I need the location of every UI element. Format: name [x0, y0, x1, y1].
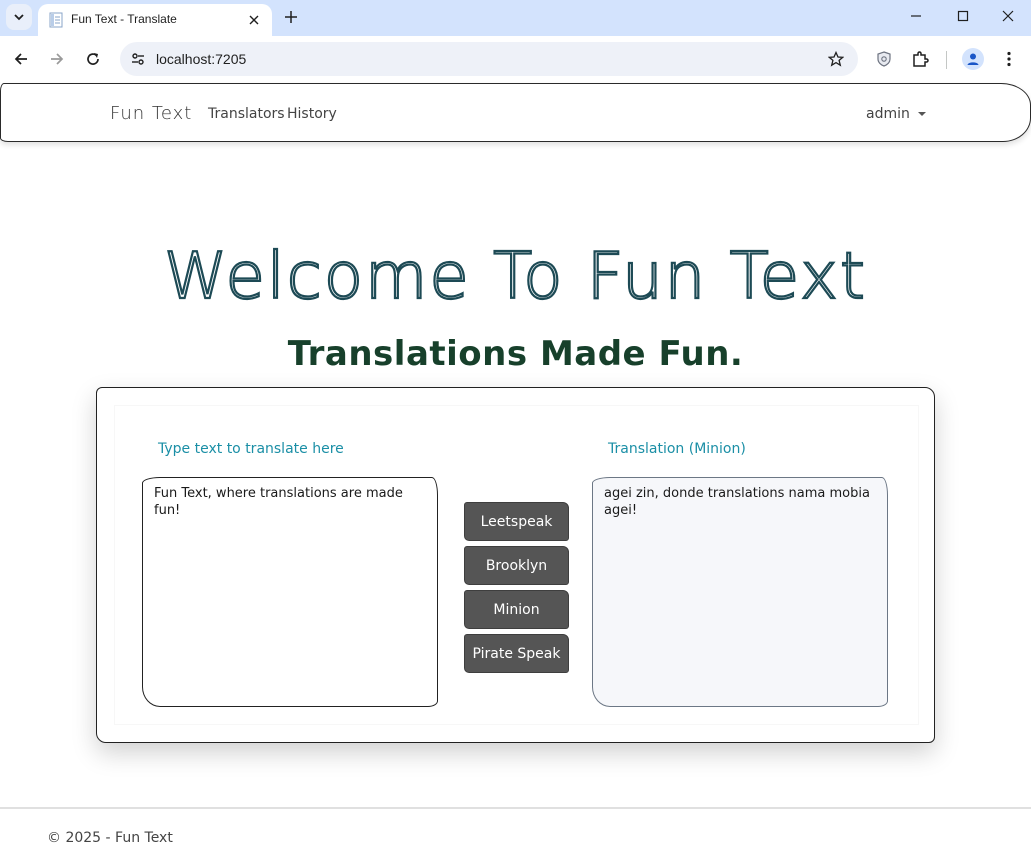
page-favicon-icon	[49, 12, 63, 28]
tune-icon	[132, 53, 144, 65]
arrow-right-icon	[51, 53, 64, 65]
minimize-icon	[911, 15, 921, 17]
output-label: Translation (Minion)	[608, 441, 746, 457]
source-text-input[interactable]: Fun Text, where translations are made fu…	[142, 477, 438, 707]
maximize-button[interactable]	[940, 0, 986, 32]
site-info-button[interactable]	[128, 49, 148, 69]
tab-close-button[interactable]	[244, 10, 264, 30]
shield-icon	[877, 51, 891, 67]
new-tab-button[interactable]	[280, 6, 302, 28]
maximize-icon	[957, 10, 969, 22]
input-label: Type text to translate here	[158, 441, 344, 457]
profile-icon	[967, 53, 979, 65]
close-icon	[249, 15, 259, 25]
profile-button[interactable]	[962, 48, 984, 70]
url-text: localhost:7205	[156, 51, 247, 67]
minimize-button[interactable]	[893, 0, 939, 32]
browser-toolbar: localhost:7205	[0, 36, 1031, 82]
tab-title: Fun Text - Translate	[71, 12, 177, 26]
close-icon	[1002, 10, 1014, 22]
plus-icon	[285, 11, 297, 23]
chevron-down-icon	[14, 14, 24, 21]
user-dropdown[interactable]: admin	[866, 106, 926, 122]
translator-card: Type text to translate here Translation …	[96, 387, 935, 743]
pirate-speak-button[interactable]: Pirate Speak	[464, 634, 569, 673]
back-button[interactable]	[8, 46, 34, 72]
browser-tab[interactable]: Fun Text - Translate	[38, 4, 272, 36]
leetspeak-button[interactable]: Leetspeak	[464, 502, 569, 541]
password-manager-button[interactable]	[873, 48, 895, 70]
page-content: Fun Text Translators History admin Welco…	[0, 82, 1031, 867]
forward-button[interactable]	[44, 46, 70, 72]
bookmark-button[interactable]	[826, 49, 846, 69]
user-name: admin	[866, 106, 910, 122]
nav-link-history[interactable]: History	[287, 106, 337, 122]
minion-button[interactable]: Minion	[464, 590, 569, 629]
close-window-button[interactable]	[985, 0, 1031, 32]
brooklyn-button[interactable]: Brooklyn	[464, 546, 569, 585]
address-bar[interactable]: localhost:7205	[120, 42, 858, 76]
translator-panel-body: Type text to translate here Translation …	[115, 406, 918, 724]
reload-icon	[87, 53, 99, 65]
translation-output[interactable]: agei zin, donde translations nama mobia …	[592, 477, 888, 707]
translator-panel: Type text to translate here Translation …	[114, 405, 919, 725]
hero-title: Welcome To Fun Text	[163, 239, 868, 315]
footer-divider	[0, 807, 1031, 809]
browser-tabstrip: Fun Text - Translate	[0, 0, 1031, 36]
reload-button[interactable]	[80, 46, 106, 72]
star-icon	[828, 51, 844, 67]
arrow-left-icon	[14, 53, 27, 65]
brand-link[interactable]: Fun Text	[110, 103, 192, 124]
extensions-button[interactable]	[909, 48, 931, 70]
toolbar-divider	[946, 51, 947, 69]
hero-subtitle: Translations Made Fun.	[287, 334, 744, 374]
browser-menu-button[interactable]	[998, 48, 1020, 70]
more-vertical-icon	[1007, 51, 1011, 67]
footer-copyright: © 2025 - Fun Text	[47, 830, 173, 846]
caret-down-icon	[917, 112, 926, 116]
puzzle-icon	[913, 51, 929, 67]
tab-search-button[interactable]	[6, 4, 32, 30]
site-navbar: Fun Text Translators History admin	[0, 83, 1031, 142]
nav-link-translators[interactable]: Translators	[208, 106, 285, 122]
